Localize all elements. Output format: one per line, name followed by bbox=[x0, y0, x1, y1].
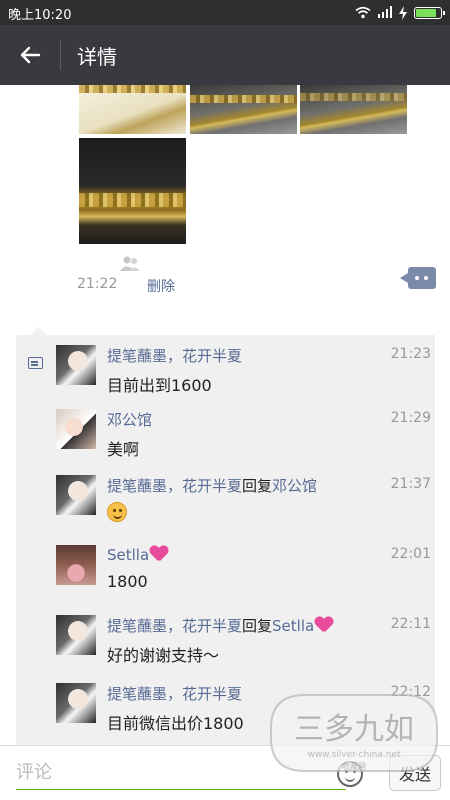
status-bar: 晚上10:20 bbox=[0, 0, 450, 25]
comment-author[interactable]: 提笔蘸墨，花开半夏回复邓公馆 bbox=[107, 475, 317, 496]
post-time: 21:22 bbox=[77, 276, 118, 292]
battery-icon bbox=[414, 6, 445, 19]
post-photo-2[interactable] bbox=[190, 85, 297, 134]
comment-time: 21:29 bbox=[390, 410, 431, 426]
comment-bubble-icon bbox=[28, 357, 43, 369]
comment-item[interactable]: 提笔蘸墨，花开半夏 21:23 目前出到1600 bbox=[56, 345, 431, 405]
back-button[interactable] bbox=[10, 37, 50, 73]
reply-target[interactable]: 邓公馆 bbox=[272, 477, 317, 495]
avatar[interactable] bbox=[56, 615, 96, 655]
smile-emoji-icon bbox=[107, 502, 127, 522]
status-time: 晚上10:20 bbox=[8, 8, 72, 23]
avatar[interactable] bbox=[56, 683, 96, 723]
pink-heart-icon bbox=[315, 616, 333, 634]
pink-heart-icon bbox=[150, 545, 168, 563]
post-photo-4[interactable] bbox=[79, 138, 186, 244]
comment-author[interactable]: 提笔蘸墨，花开半夏 bbox=[107, 345, 242, 366]
reply-word: 回复 bbox=[242, 477, 273, 495]
comment-time: 22:11 bbox=[390, 616, 431, 632]
signal-icon bbox=[378, 6, 392, 18]
comment-input-bar: 发送 bbox=[0, 745, 450, 800]
avatar[interactable] bbox=[56, 545, 96, 585]
smile-icon[interactable] bbox=[337, 761, 363, 787]
post-photo-3[interactable] bbox=[300, 85, 407, 134]
comment-time: 22:12 bbox=[390, 684, 431, 700]
status-icons bbox=[355, 5, 445, 20]
comment-item[interactable]: 提笔蘸墨，花开半夏 22:12 目前微信出价1800 bbox=[56, 683, 431, 743]
comment-item[interactable]: 提笔蘸墨，花开半夏回复Setlla 22:11 好的谢谢支持～ bbox=[56, 615, 431, 675]
comment-text: 目前出到1600 bbox=[107, 376, 212, 395]
avatar[interactable] bbox=[56, 475, 96, 515]
comments-section: 提笔蘸墨，花开半夏 21:23 目前出到1600 邓公馆 21:29 美啊 提笔… bbox=[16, 327, 435, 745]
arrow-left-icon bbox=[20, 46, 41, 64]
title-bar: 详情 bbox=[0, 25, 450, 85]
comment-text: 1800 bbox=[107, 572, 148, 591]
comment-dots-icon[interactable] bbox=[400, 267, 436, 289]
post-photo-1[interactable] bbox=[79, 85, 186, 134]
send-button[interactable]: 发送 bbox=[389, 755, 441, 791]
comment-text: 目前微信出价1800 bbox=[107, 714, 244, 733]
charging-icon bbox=[399, 5, 407, 20]
people-icon bbox=[120, 256, 140, 271]
comment-time: 21:23 bbox=[390, 346, 431, 362]
reply-word: 回复 bbox=[242, 617, 273, 635]
avatar[interactable] bbox=[56, 409, 96, 449]
post-detail: 21:22 删除 提笔蘸墨，花开半夏 21:23 目前出到1600 邓公馆 21… bbox=[0, 85, 450, 745]
comment-author[interactable]: 提笔蘸墨，花开半夏 bbox=[107, 683, 242, 704]
comment-item[interactable]: 提笔蘸墨，花开半夏回复邓公馆 21:37 bbox=[56, 475, 431, 535]
delete-link[interactable]: 删除 bbox=[147, 276, 175, 296]
comment-item[interactable]: 邓公馆 21:29 美啊 bbox=[56, 409, 431, 469]
reply-target[interactable]: Setlla bbox=[272, 617, 314, 635]
comment-text: 美啊 bbox=[107, 440, 140, 459]
avatar[interactable] bbox=[56, 345, 96, 385]
comment-text bbox=[107, 502, 127, 526]
comment-author[interactable]: Setlla bbox=[107, 545, 168, 564]
comment-time: 22:01 bbox=[390, 546, 431, 562]
title-divider bbox=[60, 40, 61, 70]
wifi-icon bbox=[355, 6, 371, 19]
comment-time: 21:37 bbox=[390, 476, 431, 492]
comment-item[interactable]: Setlla 22:01 1800 bbox=[56, 545, 431, 605]
comment-text: 好的谢谢支持～ bbox=[107, 646, 220, 665]
battery-level bbox=[416, 8, 436, 17]
comment-input[interactable] bbox=[16, 756, 346, 790]
comment-author[interactable]: 提笔蘸墨，花开半夏回复Setlla bbox=[107, 615, 333, 636]
page-title: 详情 bbox=[77, 45, 117, 69]
comment-author[interactable]: 邓公馆 bbox=[107, 409, 152, 430]
